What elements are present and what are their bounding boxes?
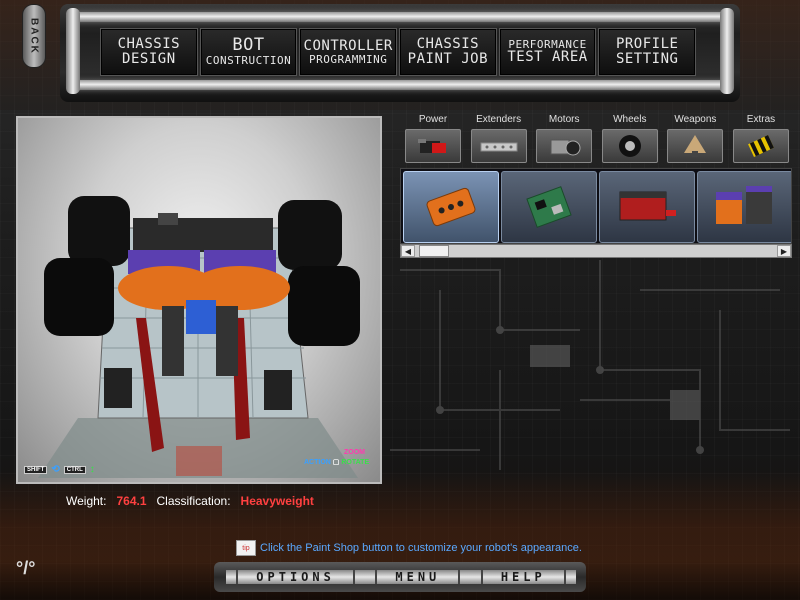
scroll-right-arrow-icon[interactable]: ▶: [777, 245, 791, 257]
wheel-icon[interactable]: [601, 129, 658, 163]
category-label: Weapons: [674, 114, 717, 125]
tab-line1: CHASSIS: [416, 36, 480, 53]
parts-carousel: [400, 168, 792, 244]
tab-line1: PROFILE: [615, 36, 679, 53]
tab-line2: SETTING: [615, 51, 679, 67]
back-label: BACK: [28, 17, 40, 55]
category-label: Extenders: [476, 114, 522, 125]
scroll-left-arrow-icon[interactable]: ◀: [401, 245, 415, 257]
menu-button[interactable]: MENU: [375, 570, 461, 584]
battery-stack-icon: [716, 186, 772, 224]
weight-value: 764.1: [116, 494, 147, 508]
green-circuit-board-icon: [526, 186, 572, 228]
part-item[interactable]: [697, 171, 791, 243]
rotate-icon: ⟲: [51, 464, 60, 475]
tab-bot-construction[interactable]: BOT CONSTRUCTION: [199, 28, 298, 76]
category-extras[interactable]: Extras: [730, 114, 792, 168]
bottom-menu: OPTIONS MENU HELP: [226, 570, 576, 584]
tab-line2: DESIGN: [122, 51, 176, 67]
nav-rail-top: [70, 12, 730, 22]
scroll-thumb[interactable]: [419, 245, 449, 257]
mouse-icon: ▢: [332, 459, 340, 466]
viewport-key-hints: SHIFT ⟲ CTRL ↕: [24, 464, 95, 475]
nav-cap-right: [720, 8, 734, 94]
corner-logo-icon: °/°: [16, 558, 36, 578]
weight-label: Weight:: [66, 494, 107, 508]
tab-line1: BOT: [232, 35, 265, 56]
hint-text: Click the Paint Shop button to customize…: [260, 542, 582, 554]
scroll-track[interactable]: [415, 245, 777, 257]
tab-chassis-paint-job[interactable]: CHASSIS PAINT JOB: [399, 28, 497, 76]
nav-rail-bottom: [70, 80, 730, 90]
viewport-mouse-legend: ZOOM ACTION ▢ ROTATE: [304, 448, 369, 468]
move-icon: ↕: [89, 464, 95, 475]
nav-cap-left: [66, 8, 80, 94]
part-item[interactable]: [403, 171, 499, 243]
part-item[interactable]: [501, 171, 597, 243]
rotate-label: ROTATE: [341, 459, 370, 466]
robot-model-render: [38, 196, 360, 478]
red-battery-pack-icon: [619, 191, 676, 221]
zoom-label: ZOOM: [344, 449, 365, 456]
tab-profile-setting[interactable]: PROFILE SETTING: [598, 28, 697, 76]
category-power[interactable]: Power: [402, 114, 464, 168]
circuit-board-decoration: [390, 260, 790, 470]
tab-line2: TEST AREA: [507, 49, 588, 66]
tab-controller-programming[interactable]: CONTROLLER PROGRAMMING: [299, 28, 398, 76]
action-label: ACTION: [304, 459, 331, 466]
classification-label: Classification:: [156, 494, 231, 508]
category-label: Extras: [746, 114, 776, 125]
category-label: Wheels: [613, 114, 647, 125]
category-motors[interactable]: Motors: [533, 114, 595, 168]
motor-icon[interactable]: [536, 129, 593, 163]
weapon-icon[interactable]: [667, 129, 724, 163]
category-label: Motors: [548, 114, 580, 125]
robot-stats: Weight: 764.1 Classification: Heavyweigh…: [66, 494, 314, 508]
category-label: Power: [418, 114, 448, 125]
tab-performance-test-area[interactable]: PERFORMANCE TEST AREA: [498, 28, 597, 76]
tab-line2: CONSTRUCTION: [205, 54, 292, 68]
classification-value: Heavyweight: [240, 494, 314, 508]
parts-scrollbar[interactable]: ◀ ▶: [400, 244, 792, 258]
component-categories: Power Extenders Motors Wheels Weapons Ex…: [402, 114, 792, 168]
tab-line2: PAINT JOB: [407, 51, 489, 67]
category-wheels[interactable]: Wheels: [599, 114, 661, 168]
category-extenders[interactable]: Extenders: [468, 114, 530, 168]
options-button[interactable]: OPTIONS: [236, 570, 355, 584]
top-nav: CHASSIS DESIGN BOT CONSTRUCTION CONTROLL…: [100, 28, 697, 76]
help-button[interactable]: HELP: [480, 570, 566, 584]
hint-bar: tip Click the Paint Shop button to custo…: [236, 540, 582, 556]
orange-battery-pack-icon: [426, 187, 476, 227]
robot-3d-viewport[interactable]: SHIFT ⟲ CTRL ↕ ZOOM ACTION ▢ ROTATE: [16, 116, 382, 484]
tab-line1: CONTROLLER: [303, 37, 393, 54]
tab-line1: CHASSIS: [117, 36, 181, 53]
ctrl-key: CTRL: [63, 465, 86, 474]
part-item[interactable]: [599, 171, 695, 243]
shift-key: SHIFT: [24, 465, 48, 474]
hazard-icon[interactable]: [732, 129, 789, 163]
back-button[interactable]: BACK: [22, 4, 46, 68]
extender-bar-icon[interactable]: [470, 129, 527, 163]
category-weapons[interactable]: Weapons: [664, 114, 726, 168]
battery-icon[interactable]: [405, 129, 461, 163]
tip-icon: tip: [236, 540, 256, 556]
tab-chassis-design[interactable]: CHASSIS DESIGN: [100, 28, 198, 76]
tab-line2: PROGRAMMING: [309, 52, 388, 66]
